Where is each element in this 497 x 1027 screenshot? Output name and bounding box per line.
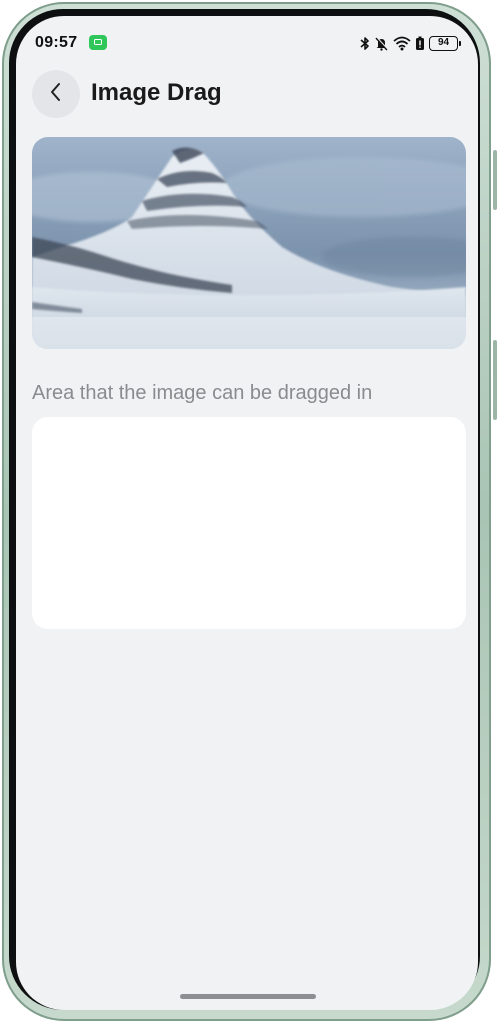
battery-level: 94 [437, 37, 450, 48]
mute-icon [374, 36, 389, 51]
status-time: 09:57 [35, 34, 78, 51]
volume-button [493, 150, 497, 210]
draggable-image[interactable] [32, 137, 466, 349]
status-icons: 94 [360, 34, 461, 52]
battery-saver-icon [415, 36, 425, 51]
notification-app-icon [89, 35, 107, 50]
home-indicator[interactable] [180, 994, 316, 999]
power-button [493, 340, 497, 420]
chevron-left-icon [49, 82, 63, 107]
battery-icon: 94 [429, 35, 461, 51]
status-bar: 09:57 94 [16, 16, 478, 72]
back-button[interactable] [32, 70, 80, 118]
drop-area[interactable] [32, 417, 466, 629]
drop-area-label: Area that the image can be dragged in [32, 382, 373, 404]
wifi-icon [393, 36, 411, 51]
mountain-image [32, 137, 466, 349]
bluetooth-icon [360, 36, 370, 51]
screen: 09:57 94 Image Drag Area that the image … [16, 16, 478, 1010]
page-title: Image Drag [91, 79, 222, 106]
